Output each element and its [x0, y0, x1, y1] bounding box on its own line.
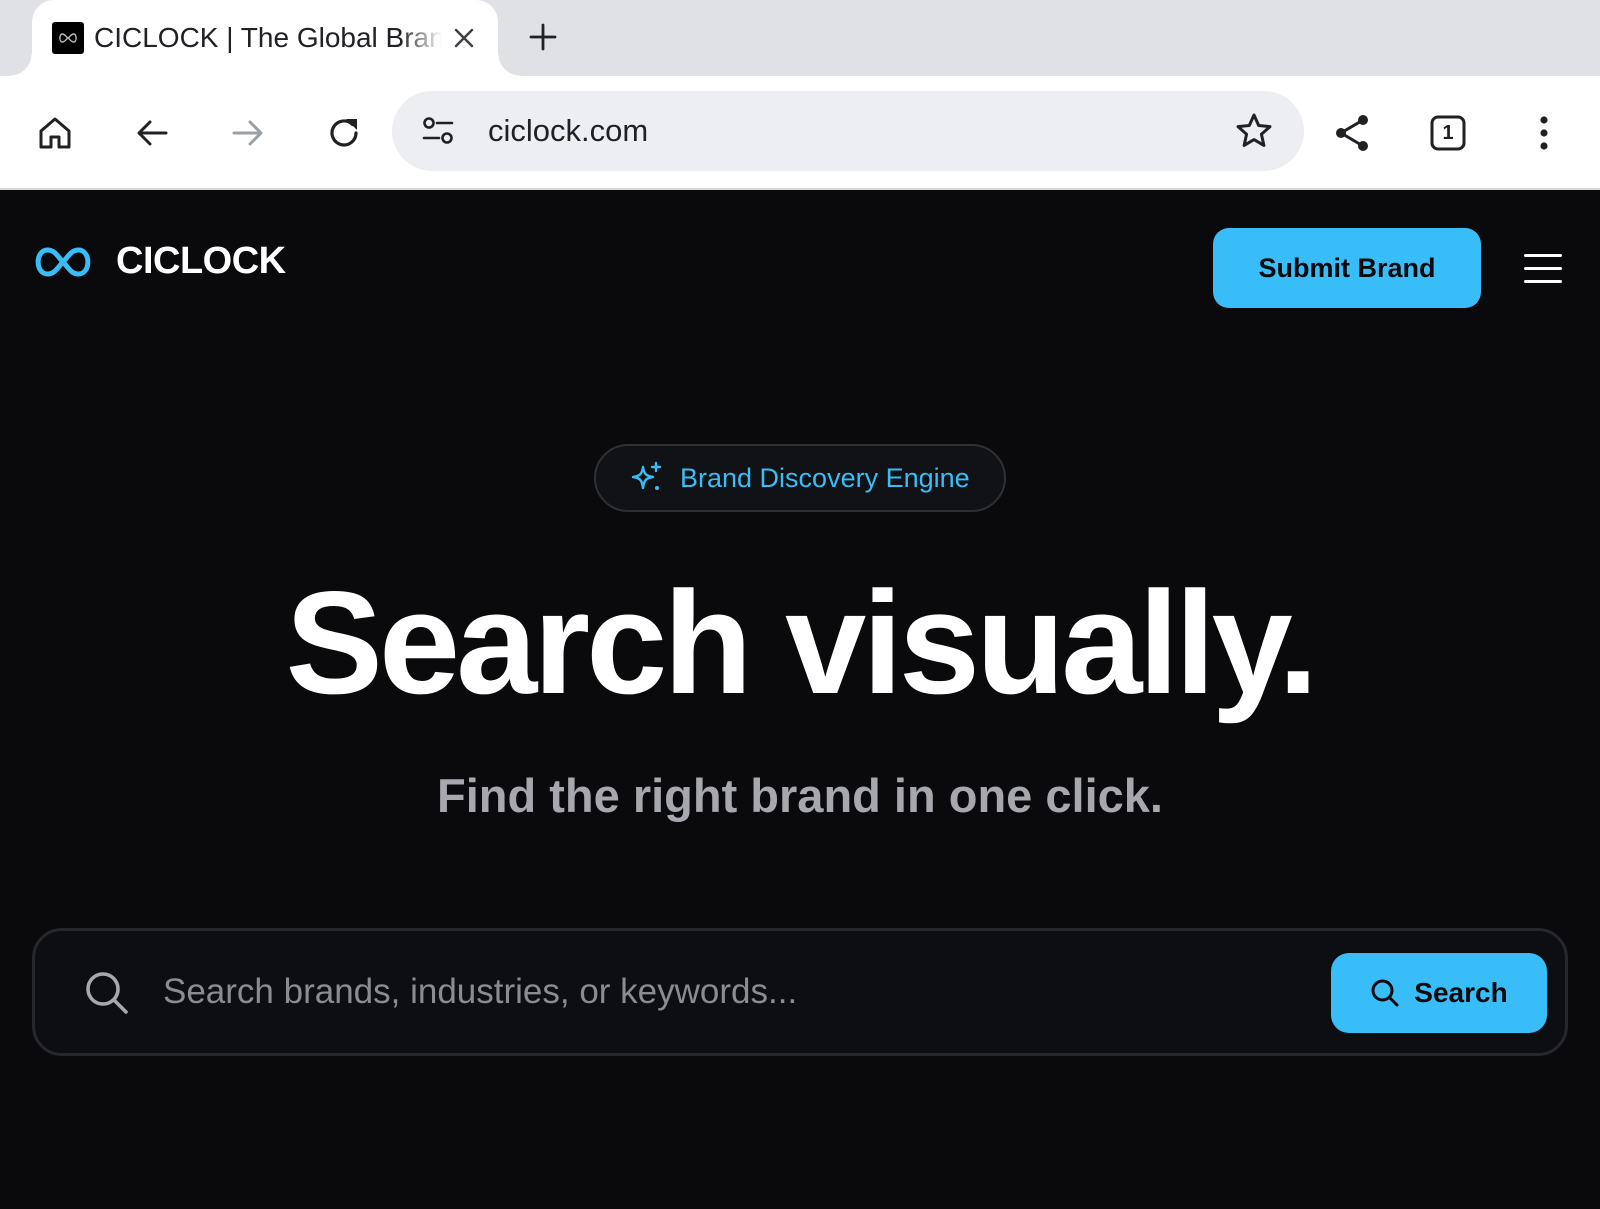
tab-switcher-icon[interactable]: 1 [1420, 105, 1476, 161]
star-icon[interactable] [1234, 111, 1274, 151]
search-button[interactable]: Search [1331, 953, 1547, 1033]
more-vert-icon[interactable] [1516, 105, 1572, 161]
badge-text: Brand Discovery Engine [680, 462, 970, 493]
search-button-label: Search [1414, 977, 1508, 1008]
page: CICLOCK Submit Brand Brand Discovery Eng… [0, 190, 1600, 1209]
submit-brand-button[interactable]: Submit Brand [1213, 228, 1481, 308]
forward-arrow-icon[interactable] [220, 105, 276, 161]
url-text[interactable]: ciclock.com [488, 91, 648, 171]
brand-name: CICLOCK [116, 240, 286, 282]
hero-title: Search visually. [285, 561, 1319, 724]
browser-toolbar: ciclock.com 1 [0, 76, 1600, 190]
address-bar[interactable]: ciclock.com [392, 91, 1304, 171]
hamburger-menu-icon[interactable] [1520, 244, 1568, 292]
hero-subtitle: Find the right brand in one click. [437, 769, 1163, 822]
tab-count: 1 [1442, 122, 1454, 144]
back-arrow-icon[interactable] [124, 105, 180, 161]
favicon-icon [52, 22, 84, 54]
sparkle-icon [631, 461, 662, 490]
search-icon [83, 969, 131, 1017]
brand-discovery-badge: Brand Discovery Engine [594, 444, 1006, 512]
tab-title: CICLOCK | The Global Brand [94, 22, 442, 53]
infinity-logo-icon [35, 246, 91, 277]
share-icon[interactable] [1324, 105, 1380, 161]
search-icon [1371, 979, 1399, 1007]
brand-logo[interactable]: CICLOCK [32, 240, 286, 283]
plus-icon[interactable] [520, 14, 566, 60]
home-icon[interactable] [27, 105, 83, 161]
search-bar: Search [32, 928, 1568, 1056]
search-input[interactable] [163, 955, 1293, 1029]
browser-tab[interactable]: CICLOCK | The Global Brand [10, 0, 520, 76]
close-icon[interactable] [444, 18, 484, 58]
reload-icon[interactable] [316, 105, 372, 161]
site-settings-icon[interactable] [420, 113, 456, 149]
tab-strip: CICLOCK | The Global Brand [0, 0, 1600, 76]
